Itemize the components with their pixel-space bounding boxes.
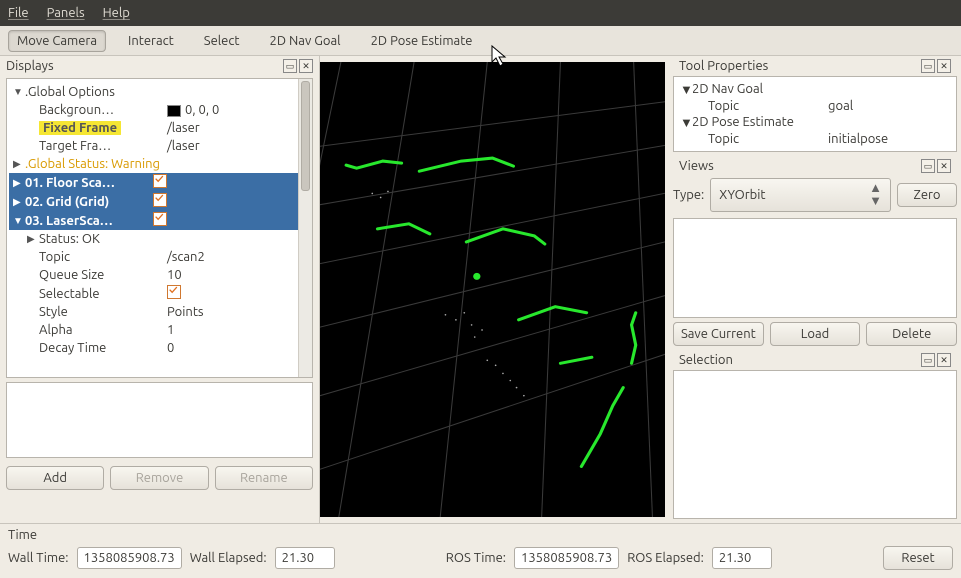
global-status-warning[interactable]: .Global Status: Warning <box>25 157 306 171</box>
alpha-value[interactable]: 1 <box>159 323 306 337</box>
time-panel: Time Wall Time: 1358085908.73 Wall Elaps… <box>0 523 961 578</box>
ros-time-label: ROS Time: <box>446 551 506 565</box>
wall-elapsed-value[interactable]: 21.30 <box>275 547 335 569</box>
close-icon[interactable]: ✕ <box>299 59 313 73</box>
right-column: Tool Properties ▭✕ ▼2D Nav Goal Topicgoa… <box>669 56 961 523</box>
menu-panels[interactable]: Panels <box>47 6 85 20</box>
views-title: Views <box>679 159 714 173</box>
display-description-box <box>6 382 313 458</box>
tool-interact[interactable]: Interact <box>120 31 182 51</box>
wall-time-value[interactable]: 1358085908.73 <box>77 547 182 569</box>
float-icon[interactable]: ▭ <box>921 353 935 367</box>
selectable-checkbox[interactable] <box>167 285 181 299</box>
background-color-value[interactable]: 0, 0, 0 <box>159 103 306 117</box>
pose-estimate-item[interactable]: 2D Pose Estimate <box>692 115 812 130</box>
displays-tree[interactable]: ▼.Global Options Backgroun…0, 0, 0 Fixed… <box>6 78 313 378</box>
views-type-label: Type: <box>673 188 704 202</box>
views-list[interactable] <box>673 218 957 318</box>
render-viewport[interactable] <box>320 62 665 517</box>
tool-properties-title: Tool Properties <box>679 59 768 73</box>
fixed-frame-value[interactable]: /laser <box>159 121 306 135</box>
tool-2d-pose-estimate[interactable]: 2D Pose Estimate <box>363 31 481 51</box>
selectable-label[interactable]: Selectable <box>39 287 159 301</box>
pose-topic-value[interactable]: initialpose <box>828 132 950 146</box>
ros-time-value[interactable]: 1358085908.73 <box>514 547 619 569</box>
nav-goal-item[interactable]: 2D Nav Goal <box>692 82 812 97</box>
time-title: Time <box>8 528 953 542</box>
close-icon[interactable]: ✕ <box>937 159 951 173</box>
delete-button[interactable]: Delete <box>866 322 957 346</box>
zero-button[interactable]: Zero <box>897 183 957 207</box>
views-type-select[interactable]: XYOrbit ▲▼ <box>710 178 891 212</box>
scan-topic-label[interactable]: Topic <box>39 250 159 264</box>
views-panel: Views ▭✕ Type: XYOrbit ▲▼ Zero Save Curr… <box>673 156 957 346</box>
save-current-button[interactable]: Save Current <box>673 322 764 346</box>
queue-size-label[interactable]: Queue Size <box>39 268 159 282</box>
menubar: File Panels Help <box>0 0 961 26</box>
float-icon[interactable]: ▭ <box>283 59 297 73</box>
load-button[interactable]: Load <box>770 322 861 346</box>
color-swatch-icon <box>167 105 181 117</box>
menu-help[interactable]: Help <box>103 6 130 20</box>
tool-move-camera[interactable]: Move Camera <box>8 30 106 52</box>
pose-topic-label[interactable]: Topic <box>708 132 828 146</box>
nav-goal-topic-value[interactable]: goal <box>828 99 950 113</box>
nav-goal-topic-label[interactable]: Topic <box>708 99 828 113</box>
float-icon[interactable]: ▭ <box>921 159 935 173</box>
cursor-icon <box>490 44 508 68</box>
decay-time-value[interactable]: 0 <box>159 341 306 355</box>
tool-select[interactable]: Select <box>196 31 248 51</box>
scan-topic-value[interactable]: /scan2 <box>159 250 306 264</box>
close-icon[interactable]: ✕ <box>937 59 951 73</box>
wall-elapsed-label: Wall Elapsed: <box>190 551 267 565</box>
floor-scan-checkbox[interactable] <box>153 174 167 188</box>
target-frame-label[interactable]: Target Fra… <box>39 139 159 153</box>
fixed-frame-label[interactable]: Fixed Frame <box>39 121 121 135</box>
laser-scan-checkbox[interactable] <box>153 212 167 226</box>
alpha-label[interactable]: Alpha <box>39 323 159 337</box>
queue-size-value[interactable]: 10 <box>159 268 306 282</box>
display-laser-scan[interactable]: 03. LaserSca… <box>25 214 145 228</box>
stepper-icon: ▲▼ <box>869 182 882 208</box>
selection-panel: Selection ▭✕ <box>673 350 957 519</box>
display-floor-scan[interactable]: 01. Floor Sca… <box>25 176 145 190</box>
grid-lines-icon <box>320 62 665 517</box>
displays-panel: Displays ▭ ✕ ▼.Global Options Backgroun…… <box>0 56 320 523</box>
toolbar: Move Camera Interact Select 2D Nav Goal … <box>0 26 961 56</box>
displays-title: Displays <box>6 59 54 73</box>
reset-button[interactable]: Reset <box>883 546 953 570</box>
ros-elapsed-label: ROS Elapsed: <box>627 551 704 565</box>
add-button[interactable]: Add <box>6 466 104 490</box>
tool-2d-nav-goal[interactable]: 2D Nav Goal <box>262 31 349 51</box>
grid-checkbox[interactable] <box>153 193 167 207</box>
main-area: Displays ▭ ✕ ▼.Global Options Backgroun…… <box>0 56 961 523</box>
background-color-label[interactable]: Backgroun… <box>39 103 159 117</box>
displays-header: Displays ▭ ✕ <box>0 56 319 76</box>
displays-scrollbar[interactable] <box>298 79 312 377</box>
close-icon[interactable]: ✕ <box>937 353 951 367</box>
global-options-label[interactable]: .Global Options <box>25 85 145 99</box>
menu-file[interactable]: File <box>8 6 29 20</box>
wall-time-label: Wall Time: <box>8 551 69 565</box>
target-frame-value[interactable]: /laser <box>159 139 306 153</box>
remove-button[interactable]: Remove <box>110 466 208 490</box>
selection-body[interactable] <box>673 370 957 519</box>
status-ok-label[interactable]: Status: OK <box>39 232 306 246</box>
float-icon[interactable]: ▭ <box>921 59 935 73</box>
ros-elapsed-value[interactable]: 21.30 <box>712 547 772 569</box>
decay-time-label[interactable]: Decay Time <box>39 341 159 355</box>
rename-button[interactable]: Rename <box>215 466 313 490</box>
style-value[interactable]: Points <box>159 305 306 319</box>
style-label[interactable]: Style <box>39 305 159 319</box>
tool-properties-panel: Tool Properties ▭✕ ▼2D Nav Goal Topicgoa… <box>673 56 957 152</box>
selection-title: Selection <box>679 353 733 367</box>
display-grid[interactable]: 02. Grid (Grid) <box>25 195 145 209</box>
